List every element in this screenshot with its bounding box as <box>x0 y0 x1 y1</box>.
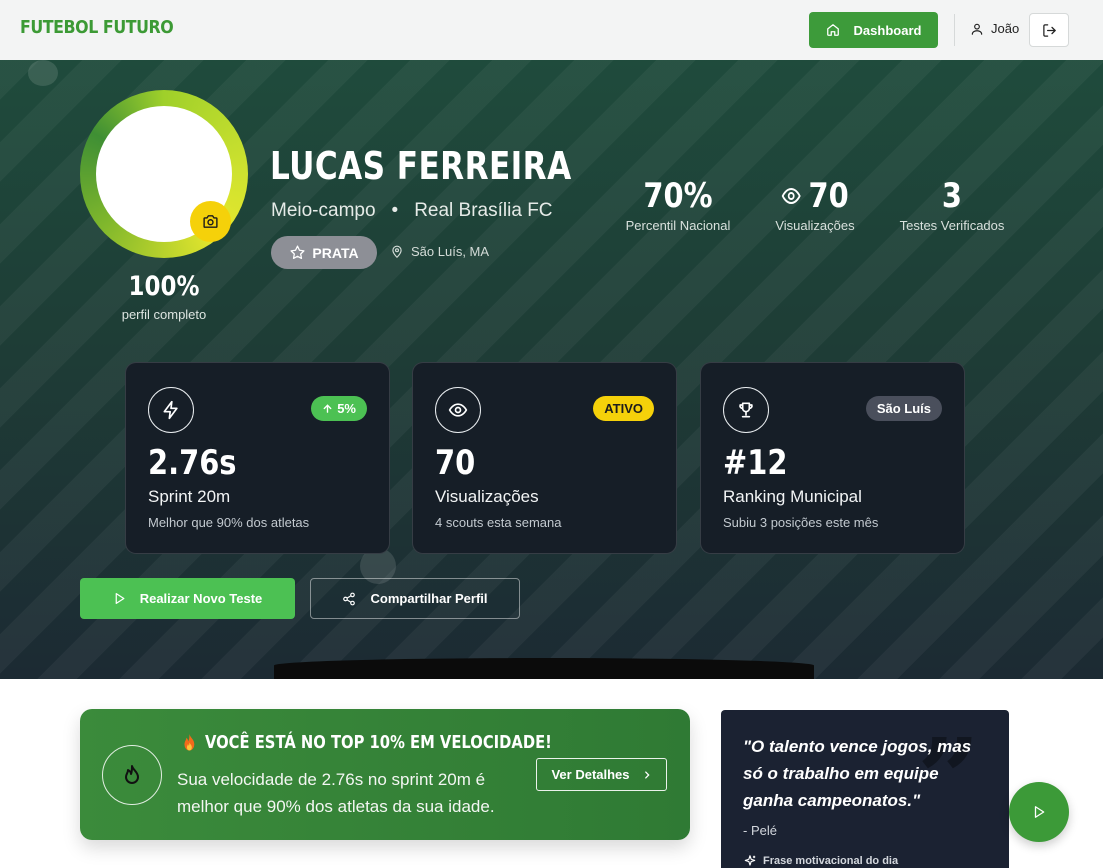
card-value: 2.76s <box>148 443 237 483</box>
new-test-label: Realizar Novo Teste <box>139 591 263 606</box>
badge-text: São Luís <box>876 401 931 416</box>
map-pin-icon <box>390 245 404 259</box>
tier-badge: PRATA <box>271 236 377 269</box>
stat-views: 70 Visualizações <box>765 176 865 233</box>
view-details-label: Ver Detalhes <box>551 767 630 782</box>
new-test-button[interactable]: Realizar Novo Teste <box>80 578 295 619</box>
stat-value: 70 <box>808 176 849 216</box>
profile-completion-value: 100% <box>128 271 200 302</box>
stat-value: 70% <box>643 176 713 216</box>
badge-text: ATIVO <box>604 401 643 416</box>
card-value: 70 <box>435 443 476 483</box>
play-icon <box>1032 805 1046 819</box>
logout-icon <box>1042 23 1057 38</box>
trend-badge: 5% <box>311 396 367 421</box>
quote-author: - Pelé <box>743 823 777 838</box>
play-icon <box>113 592 126 605</box>
stat-label: Percentil Nacional <box>625 218 731 233</box>
stat-tests: 3 Testes Verificados <box>892 176 1012 233</box>
tier-label: PRATA <box>312 244 359 261</box>
card-title: Visualizações <box>435 487 539 506</box>
stat-label: Visualizações <box>775 218 855 233</box>
share-icon <box>342 592 356 606</box>
view-details-button[interactable]: Ver Detalhes <box>536 758 667 791</box>
arrow-up-icon <box>322 403 333 414</box>
player-meta: Meio-campo • Real Brasília FC <box>271 200 553 222</box>
upload-photo-button[interactable] <box>190 201 231 242</box>
flame-icon <box>102 745 162 805</box>
share-profile-button[interactable]: Compartilhar Perfil <box>310 578 520 619</box>
fire-emoji-icon <box>182 733 197 753</box>
header-divider <box>954 14 955 46</box>
floating-play-button[interactable] <box>1009 782 1069 842</box>
top-navbar: FUTEBOL FUTURO Dashboard João <box>0 0 1103 60</box>
profile-completion-label: perfil completo <box>121 307 207 322</box>
dashboard-button[interactable]: Dashboard <box>809 12 938 48</box>
quote-card: ” "O talento vence jogos, mas só o traba… <box>721 710 1009 868</box>
user-icon <box>970 22 984 36</box>
status-badge: ATIVO <box>593 396 654 421</box>
achievement-banner: VOCÊ ESTÁ NO TOP 10% EM VELOCIDADE! Sua … <box>80 709 690 840</box>
city-badge: São Luís <box>865 396 942 421</box>
player-name: LUCAS FERREIRA <box>270 144 572 188</box>
location-text: São Luís, MA <box>411 244 490 259</box>
stat-value-row: 70 <box>773 176 858 216</box>
meta-separator: • <box>391 200 399 221</box>
card-title: Ranking Municipal <box>723 487 862 506</box>
user-name: João <box>991 21 1020 36</box>
brand-logo[interactable]: FUTEBOL FUTURO <box>20 17 174 38</box>
achievement-title-text: VOCÊ ESTÁ NO TOP 10% EM VELOCIDADE! <box>204 732 552 753</box>
camera-icon <box>202 213 219 230</box>
chevron-right-icon <box>642 770 652 780</box>
user-menu[interactable]: João <box>970 21 1019 36</box>
card-subtitle: Melhor que 90% dos atletas <box>148 515 310 530</box>
card-value: #12 <box>723 443 788 483</box>
player-club: Real Brasília FC <box>414 200 553 221</box>
card-title: Sprint 20m <box>148 487 231 506</box>
sparkle-icon <box>743 854 757 868</box>
card-subtitle: 4 scouts esta semana <box>435 515 562 530</box>
eye-icon <box>435 387 481 433</box>
card-subtitle: Subiu 3 posições este mês <box>723 515 879 530</box>
achievement-title: VOCÊ ESTÁ NO TOP 10% EM VELOCIDADE! <box>182 732 552 753</box>
card-views[interactable]: ATIVO 70 Visualizações 4 scouts esta sem… <box>412 362 677 554</box>
bolt-icon <box>148 387 194 433</box>
card-ranking[interactable]: São Luís #12 Ranking Municipal Subiu 3 p… <box>700 362 965 554</box>
dashboard-label: Dashboard <box>853 22 922 38</box>
trophy-icon <box>723 387 769 433</box>
badge-text: 5% <box>337 401 356 416</box>
quote-text: "O talento vence jogos, mas só o trabalh… <box>743 737 972 810</box>
home-icon <box>826 23 840 37</box>
hero-wave <box>274 658 814 679</box>
logout-button[interactable] <box>1029 13 1069 47</box>
player-position: Meio-campo <box>271 200 376 221</box>
achievement-text: Sua velocidade de 2.76s no sprint 20m é … <box>177 770 495 816</box>
quote-footer-text: Frase motivacional do dia <box>763 855 899 867</box>
eye-icon <box>781 184 801 208</box>
player-location: São Luís, MA <box>390 244 489 259</box>
stat-value: 3 <box>941 176 963 216</box>
decor-dot <box>28 60 58 86</box>
stat-label: Testes Verificados <box>899 218 1005 233</box>
star-icon <box>289 244 306 261</box>
quote-footer: Frase motivacional do dia <box>743 854 898 868</box>
card-sprint[interactable]: 5% 2.76s Sprint 20m Melhor que 90% dos a… <box>125 362 390 554</box>
stat-percentile: 70% Percentil Nacional <box>618 176 738 233</box>
share-profile-label: Compartilhar Perfil <box>370 591 488 606</box>
